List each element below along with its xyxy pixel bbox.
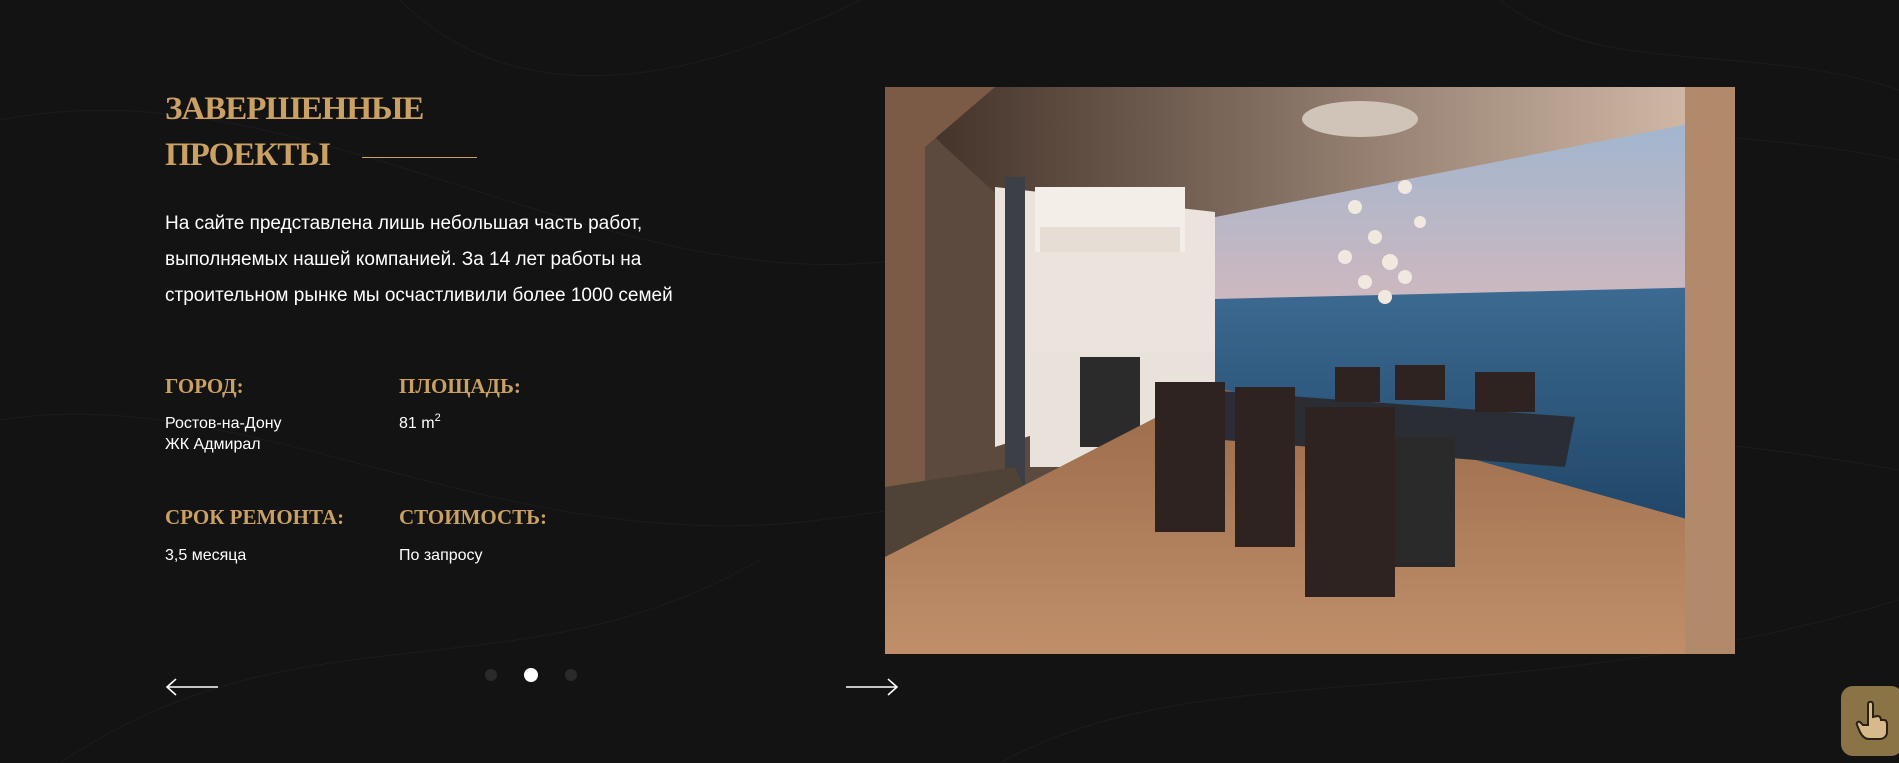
slider-dot-1[interactable] xyxy=(485,669,497,681)
pointing-hand-icon xyxy=(1855,700,1888,740)
price-label: СТОИМОСТЬ: xyxy=(399,505,548,529)
term-value: 3,5 месяца xyxy=(165,547,247,564)
arrow-right-icon xyxy=(846,678,899,696)
help-widget-button[interactable] xyxy=(1841,686,1899,756)
slider-dot-3[interactable] xyxy=(565,669,577,681)
term-label: СРОК РЕМОНТА: xyxy=(165,505,345,529)
area-number: 81 m xyxy=(399,415,435,432)
prev-slide-button[interactable] xyxy=(165,677,219,697)
title-divider xyxy=(362,157,477,158)
city-value: Ростов-на-Дону ЖК Адмирал xyxy=(165,413,282,455)
section-title: ЗАВЕРШЕННЫЕ ПРОЕКТЫ xyxy=(165,86,485,178)
arrow-left-icon xyxy=(165,678,218,696)
section-title-line1: ЗАВЕРШЕННЫЕ xyxy=(165,91,424,127)
city-name: Ростов-на-Дону xyxy=(165,415,282,432)
slider-pagination xyxy=(485,667,577,683)
section-description: На сайте представлена лишь небольшая час… xyxy=(165,213,673,306)
city-label: ГОРОД: xyxy=(165,374,244,398)
price-value: По запросу xyxy=(399,547,483,564)
area-label: ПЛОЩАДЬ: xyxy=(399,374,521,398)
area-value: 81 m2 xyxy=(399,413,441,434)
project-photo xyxy=(885,87,1735,654)
next-slide-button[interactable] xyxy=(845,677,899,697)
section-title-line2: ПРОЕКТЫ xyxy=(165,137,331,173)
slider-dot-2[interactable] xyxy=(524,668,538,682)
complex-name: ЖК Адмирал xyxy=(165,436,261,453)
area-unit-sup: 2 xyxy=(434,412,441,424)
